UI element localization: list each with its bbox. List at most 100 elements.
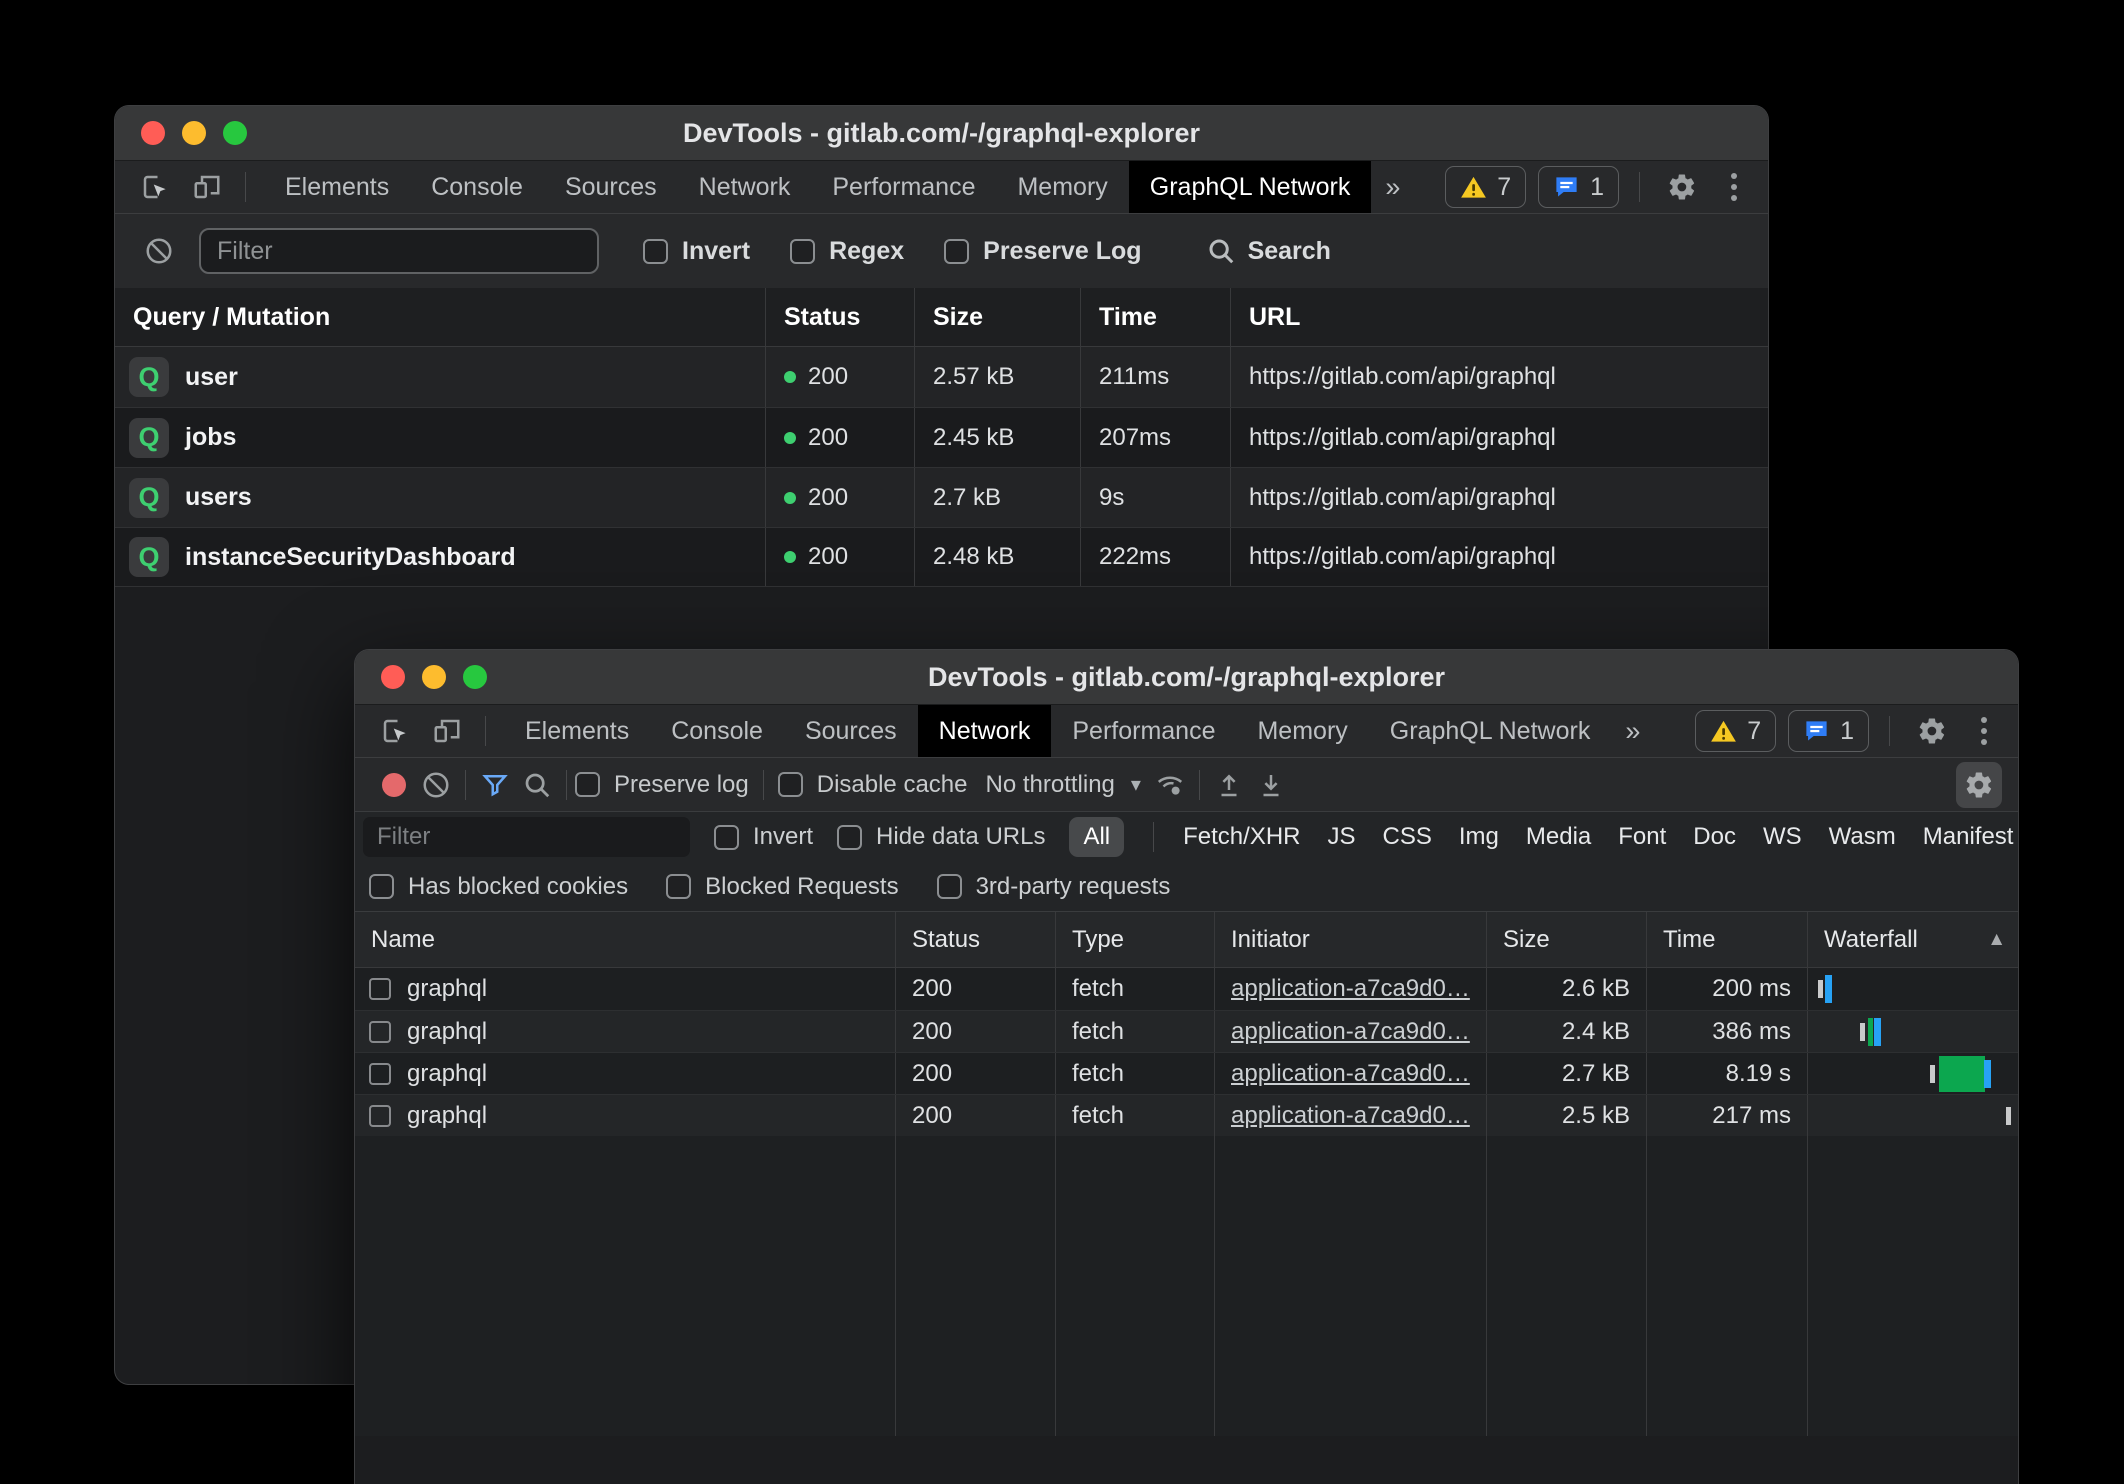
minimize-button[interactable] — [182, 121, 206, 145]
tab-performance[interactable]: Performance — [1051, 705, 1236, 757]
titlebar[interactable]: DevTools - gitlab.com/-/graphql-explorer — [355, 650, 2018, 704]
row-checkbox[interactable] — [369, 1021, 391, 1043]
tab-memory[interactable]: Memory — [1236, 705, 1368, 757]
close-button[interactable] — [381, 665, 405, 689]
settings-gear-icon[interactable] — [1910, 709, 1954, 753]
col-type[interactable]: Type — [1055, 912, 1214, 967]
has-blocked-cookies-checkbox[interactable] — [369, 874, 394, 899]
invert-checkbox[interactable] — [643, 239, 668, 264]
inspect-element-icon[interactable] — [373, 709, 417, 753]
type-filter-fetch-xhr[interactable]: Fetch/XHR — [1183, 823, 1300, 851]
preserve-log-checkbox[interactable] — [575, 772, 600, 797]
search-control[interactable]: Search — [1206, 236, 1331, 266]
table-row[interactable]: graphql 200 fetch application-a7ca9d0… 2… — [355, 1094, 2018, 1136]
col-time[interactable]: Time — [1080, 288, 1230, 346]
export-har-icon[interactable] — [1250, 764, 1292, 806]
device-toolbar-icon[interactable] — [425, 709, 469, 753]
type-filter-css[interactable]: CSS — [1383, 823, 1432, 851]
type-filter-doc[interactable]: Doc — [1693, 823, 1736, 851]
more-tabs-icon[interactable]: » — [1611, 705, 1654, 757]
type-filter-font[interactable]: Font — [1618, 823, 1666, 851]
blocked-requests-checkbox[interactable] — [666, 874, 691, 899]
tab-network[interactable]: Network — [918, 705, 1052, 757]
table-row[interactable]: Qusers 200 2.7 kB 9s https://gitlab.com/… — [115, 467, 1768, 527]
initiator-link[interactable]: application-a7ca9d0… — [1231, 975, 1470, 1003]
table-row[interactable]: Quser 200 2.57 kB 211ms https://gitlab.c… — [115, 347, 1768, 407]
regex-checkbox[interactable] — [790, 239, 815, 264]
import-har-icon[interactable] — [1208, 764, 1250, 806]
table-row[interactable]: graphql 200 fetch application-a7ca9d0… 2… — [355, 1010, 2018, 1052]
filter-input[interactable] — [199, 228, 599, 274]
col-initiator[interactable]: Initiator — [1214, 912, 1486, 967]
col-status[interactable]: Status — [765, 288, 914, 346]
close-button[interactable] — [141, 121, 165, 145]
inspect-element-icon[interactable] — [133, 165, 177, 209]
clear-icon[interactable] — [137, 229, 181, 273]
more-tabs-icon[interactable]: » — [1371, 161, 1414, 213]
disable-cache-checkbox[interactable] — [778, 772, 803, 797]
type-filter-manifest[interactable]: Manifest — [1923, 823, 2014, 851]
kebab-menu-icon[interactable] — [1966, 717, 2002, 745]
tab-console[interactable]: Console — [410, 161, 544, 213]
type-filter-ws[interactable]: WS — [1763, 823, 1802, 851]
sort-ascending-icon[interactable]: ▲ — [1987, 929, 2006, 951]
tab-memory[interactable]: Memory — [996, 161, 1128, 213]
search-icon[interactable] — [516, 764, 558, 806]
initiator-link[interactable]: application-a7ca9d0… — [1231, 1018, 1470, 1046]
initiator-link[interactable]: application-a7ca9d0… — [1231, 1060, 1470, 1088]
tab-elements[interactable]: Elements — [264, 161, 410, 213]
row-checkbox[interactable] — [369, 1105, 391, 1127]
third-party-requests-checkbox[interactable] — [937, 874, 962, 899]
type-filter-wasm[interactable]: Wasm — [1829, 823, 1896, 851]
row-checkbox[interactable] — [369, 1063, 391, 1085]
filter-input[interactable] — [363, 817, 690, 857]
settings-gear-icon[interactable] — [1660, 165, 1704, 209]
issues-badge[interactable]: 1 — [1538, 166, 1619, 208]
initiator-link[interactable]: application-a7ca9d0… — [1231, 1102, 1470, 1130]
col-name[interactable]: Name — [355, 912, 895, 967]
table-row[interactable]: graphql 200 fetch application-a7ca9d0… 2… — [355, 968, 2018, 1010]
clear-icon[interactable] — [415, 764, 457, 806]
type-filter-js[interactable]: JS — [1328, 823, 1356, 851]
issues-badge[interactable]: 1 — [1788, 710, 1869, 752]
tab-graphql-network[interactable]: GraphQL Network — [1129, 161, 1372, 213]
device-toolbar-icon[interactable] — [185, 165, 229, 209]
kebab-menu-icon[interactable] — [1716, 173, 1752, 201]
divider — [1153, 822, 1154, 852]
invert-checkbox[interactable] — [714, 825, 739, 850]
tab-performance[interactable]: Performance — [811, 161, 996, 213]
warnings-badge[interactable]: 7 — [1445, 166, 1526, 208]
filter-funnel-icon[interactable] — [474, 764, 516, 806]
hide-data-urls-checkbox[interactable] — [837, 825, 862, 850]
zoom-button[interactable] — [463, 665, 487, 689]
col-size[interactable]: Size — [1486, 912, 1646, 967]
row-checkbox[interactable] — [369, 978, 391, 1000]
table-row[interactable]: QinstanceSecurityDashboard 200 2.48 kB 2… — [115, 527, 1768, 587]
tab-sources[interactable]: Sources — [784, 705, 918, 757]
throttling-select[interactable]: No throttling ▾ — [985, 771, 1140, 799]
network-settings-gear-icon[interactable] — [1956, 762, 2002, 808]
col-time[interactable]: Time — [1646, 912, 1807, 967]
table-row[interactable]: Qjobs 200 2.45 kB 207ms https://gitlab.c… — [115, 407, 1768, 467]
type-filter-all[interactable]: All — [1069, 817, 1124, 857]
tab-console[interactable]: Console — [650, 705, 784, 757]
warnings-badge[interactable]: 7 — [1695, 710, 1776, 752]
type-filter-img[interactable]: Img — [1459, 823, 1499, 851]
col-url[interactable]: URL — [1230, 288, 1768, 346]
tab-sources[interactable]: Sources — [544, 161, 678, 213]
tab-graphql-network[interactable]: GraphQL Network — [1369, 705, 1612, 757]
record-network-log-icon[interactable] — [373, 764, 415, 806]
col-status[interactable]: Status — [895, 912, 1055, 967]
col-waterfall[interactable]: Waterfall ▲ — [1807, 912, 2018, 967]
type-filter-media[interactable]: Media — [1526, 823, 1591, 851]
minimize-button[interactable] — [422, 665, 446, 689]
tab-network[interactable]: Network — [678, 161, 812, 213]
col-size[interactable]: Size — [914, 288, 1080, 346]
titlebar[interactable]: DevTools - gitlab.com/-/graphql-explorer — [115, 106, 1768, 160]
table-row[interactable]: graphql 200 fetch application-a7ca9d0… 2… — [355, 1052, 2018, 1094]
tab-elements[interactable]: Elements — [504, 705, 650, 757]
zoom-button[interactable] — [223, 121, 247, 145]
col-query-mutation[interactable]: Query / Mutation — [115, 288, 765, 346]
network-conditions-icon[interactable] — [1149, 764, 1191, 806]
preserve-log-checkbox[interactable] — [944, 239, 969, 264]
